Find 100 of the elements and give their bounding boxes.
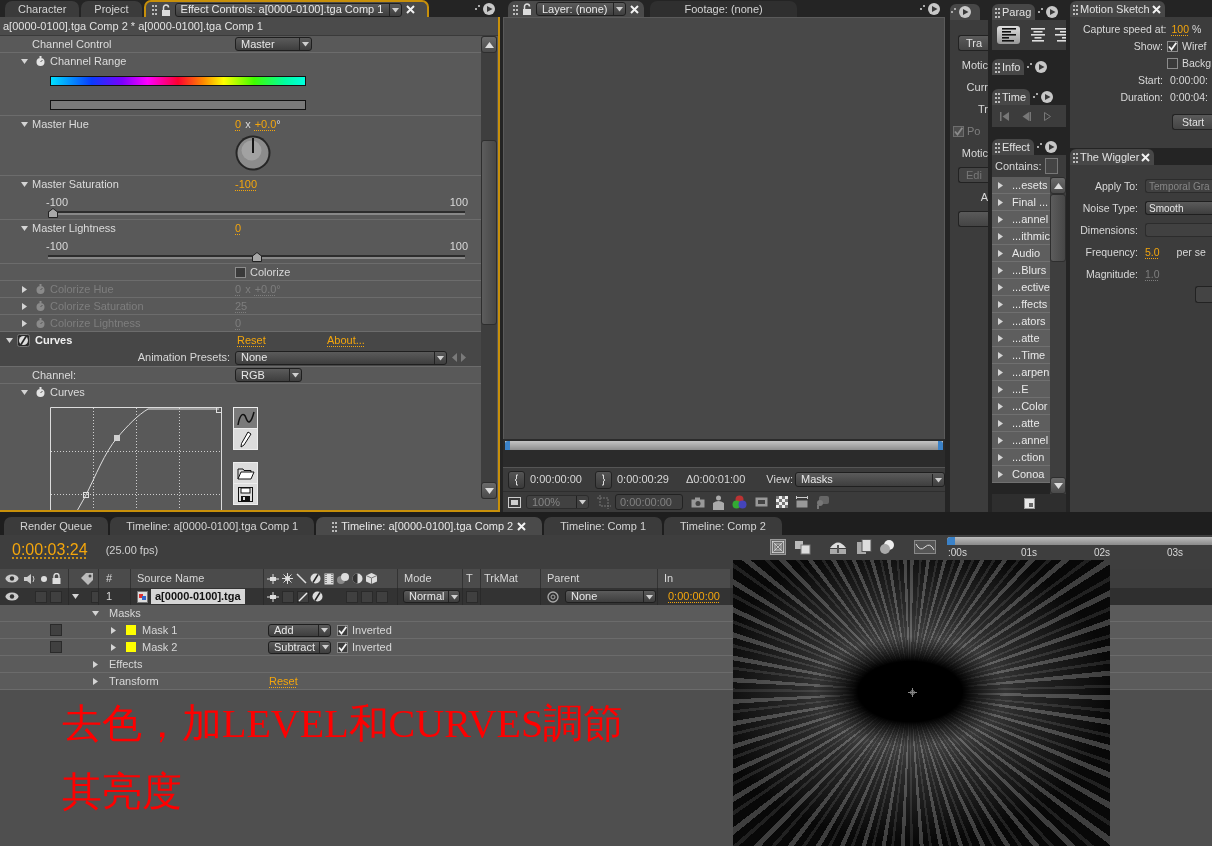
triangle-down-icon[interactable] — [72, 593, 79, 600]
control-point[interactable] — [216, 407, 222, 413]
panel-tab[interactable]: Info — [992, 59, 1025, 75]
effect-category-item[interactable]: ...ective — [992, 279, 1050, 296]
triangle-right-icon[interactable] — [997, 181, 1004, 189]
fx-circle-icon[interactable] — [312, 591, 323, 602]
triangle-right-icon[interactable] — [997, 317, 1004, 325]
triangle-right-icon[interactable] — [997, 351, 1004, 359]
capture-speed-value[interactable]: 100 — [1171, 23, 1189, 36]
grip-icon[interactable] — [995, 61, 1000, 73]
save-button[interactable] — [234, 484, 257, 504]
panel-menu-icon[interactable] — [1026, 60, 1049, 74]
panel-dropdown[interactable]: Layer: (none) — [536, 2, 627, 16]
triangle-right-icon[interactable] — [997, 419, 1004, 427]
panel-menu-icon[interactable] — [950, 4, 972, 19]
triangle-right-icon[interactable] — [997, 385, 1004, 393]
blur-icon[interactable] — [337, 573, 349, 584]
effect-category-item[interactable]: ...ffects — [992, 296, 1050, 313]
out-point-handle[interactable] — [938, 441, 943, 450]
checkbox[interactable] — [235, 266, 246, 278]
triangle-right-icon[interactable] — [997, 402, 1004, 410]
pencil-tool-button[interactable] — [234, 429, 257, 449]
panel-menu-icon[interactable] — [1035, 140, 1058, 154]
panel-tab[interactable]: Parag — [992, 4, 1036, 20]
checkerboard-icon[interactable] — [776, 496, 788, 508]
panel-tab[interactable]: Render Queue — [4, 517, 109, 535]
panel-tab[interactable]: Timeline: Comp 2 — [664, 517, 782, 535]
cubes-icon[interactable] — [794, 539, 812, 555]
triangle-right-icon[interactable] — [997, 232, 1004, 240]
graph-editor-icon[interactable] — [914, 540, 936, 554]
triangle-right-icon[interactable] — [997, 283, 1004, 291]
play-icon[interactable] — [1044, 111, 1051, 121]
effect-category-item[interactable]: ...Color — [992, 398, 1050, 415]
slider-thumb[interactable] — [48, 208, 58, 218]
panel-menu-icon[interactable] — [474, 2, 496, 16]
about-link[interactable]: About... — [327, 334, 365, 347]
sun-icon[interactable] — [282, 573, 293, 584]
reset-link[interactable]: Reset — [269, 674, 298, 688]
triangle-right-icon[interactable] — [997, 249, 1004, 257]
switch-box[interactable] — [50, 641, 62, 653]
curve-line[interactable] — [76, 408, 220, 510]
solo-dot-icon[interactable] — [41, 575, 47, 582]
panel-tab[interactable] — [950, 4, 980, 20]
panel-tab[interactable]: Time — [992, 89, 1031, 105]
align-button[interactable] — [1055, 26, 1066, 44]
panel-tab[interactable]: Timeline: a[0000-0100].tga Comp 2 — [316, 517, 543, 535]
scroll-up-button[interactable] — [481, 36, 497, 53]
panel-menu-icon[interactable] — [919, 2, 941, 16]
triangle-right-icon[interactable] — [997, 300, 1004, 308]
set-in-button[interactable] — [508, 470, 525, 489]
caret-icon[interactable] — [932, 473, 944, 486]
dial-knob[interactable] — [235, 135, 271, 171]
panel-tab[interactable]: Effect — [992, 139, 1034, 155]
caret-icon[interactable] — [318, 624, 330, 636]
shy-icon[interactable] — [267, 591, 279, 602]
triangle-right-icon[interactable] — [997, 334, 1004, 342]
grip-icon[interactable] — [151, 4, 157, 15]
caret-icon[interactable] — [613, 3, 626, 15]
scroll-down-button[interactable] — [481, 482, 497, 499]
stopwatch-icon[interactable] — [36, 387, 45, 397]
panel-button[interactable]: Tra — [958, 35, 988, 51]
effect-category-item[interactable]: ...E — [992, 381, 1050, 398]
effect-category-item[interactable]: ...Blurs — [992, 262, 1050, 279]
scroll-thumb[interactable] — [481, 140, 497, 325]
triangle-down-icon[interactable] — [21, 120, 28, 128]
align-button[interactable] — [997, 26, 1020, 44]
slider-thumb[interactable] — [251, 252, 262, 262]
layer-duration-bar[interactable] — [730, 588, 1212, 605]
hue-range-bar[interactable] — [50, 100, 306, 110]
effect-category-item[interactable]: ...ithmic — [992, 228, 1050, 245]
effect-category-item[interactable]: ...atte — [992, 330, 1050, 347]
panel-tab[interactable]: Character — [5, 1, 80, 17]
panel-tab[interactable]: Effect Controls: a[0000-0100].tga Comp 1 — [143, 0, 429, 17]
contains-field[interactable] — [1045, 158, 1059, 174]
close-icon[interactable] — [1151, 4, 1161, 14]
triangle-right-icon[interactable] — [997, 215, 1004, 223]
mask-mode-dropdown[interactable]: Add — [268, 623, 331, 637]
start-button[interactable]: Start — [1172, 114, 1212, 130]
effect-category-item[interactable]: ...esets — [992, 177, 1050, 194]
mask-mode-dropdown[interactable]: Subtract — [268, 640, 331, 654]
new-item-icon[interactable] — [1023, 497, 1035, 509]
camera-icon[interactable] — [691, 496, 705, 508]
grip-icon[interactable] — [1073, 151, 1078, 163]
grip-icon[interactable] — [513, 3, 518, 15]
triangle-down-icon[interactable] — [21, 224, 28, 232]
parameter-value[interactable]: 0 — [235, 221, 242, 235]
triangle-right-icon[interactable] — [997, 198, 1004, 206]
triangle-right-icon[interactable] — [997, 368, 1004, 376]
grip-icon[interactable] — [995, 6, 1000, 18]
reset-link[interactable]: Reset — [237, 334, 266, 346]
set-out-button[interactable] — [595, 470, 612, 489]
effect-category-item[interactable]: ...annel — [992, 432, 1050, 449]
speech-bubble-icon[interactable] — [816, 495, 829, 509]
effect-toggle-icon[interactable] — [17, 334, 30, 347]
parameter-dropdown[interactable]: Master — [235, 37, 312, 51]
sphere-icon[interactable] — [879, 539, 897, 555]
frame-icon[interactable] — [796, 496, 808, 508]
padlock-icon[interactable] — [160, 3, 171, 16]
checkbox[interactable] — [1167, 41, 1178, 52]
parent-dropdown[interactable]: None — [565, 590, 656, 603]
